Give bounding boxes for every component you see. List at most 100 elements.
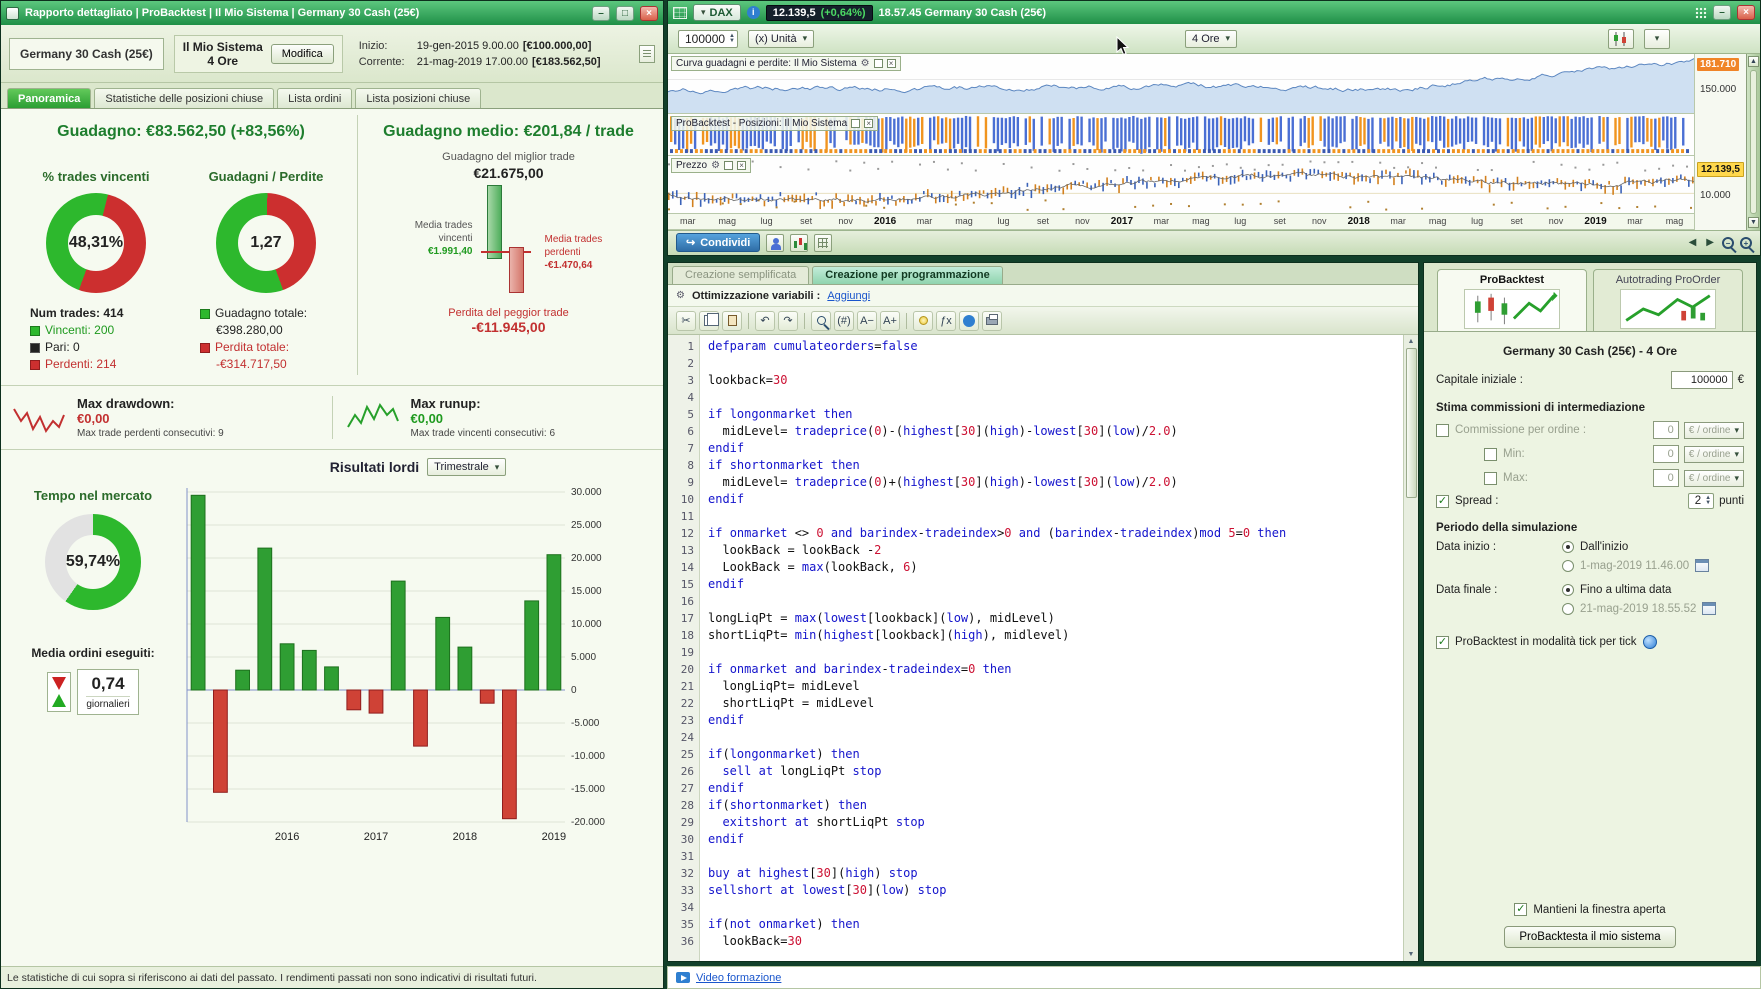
rail-scrollbar[interactable] bbox=[1750, 69, 1757, 214]
keep-open-checkbox[interactable]: ✓ bbox=[1514, 903, 1528, 916]
code-text[interactable]: defparam cumulateorders=false lookback=3… bbox=[700, 335, 1403, 961]
price-scale[interactable]: 181.710 150.000 12.139,5 10.000 bbox=[1694, 53, 1746, 230]
font-larger-icon[interactable]: A+ bbox=[880, 310, 900, 331]
maximize-button[interactable]: □ bbox=[616, 5, 634, 21]
end-last-data-radio[interactable] bbox=[1562, 584, 1574, 596]
functions-icon[interactable]: ƒx bbox=[936, 310, 956, 331]
commission-input[interactable]: 0 bbox=[1652, 421, 1679, 439]
equity-pane[interactable]: Curva guadagni e perdite: Il Mio Sistema… bbox=[668, 53, 1694, 114]
code-line[interactable]: buy at highest[30](high) stop bbox=[708, 865, 1403, 882]
code-line[interactable]: sellshort at lowest[30](low) stop bbox=[708, 882, 1403, 899]
commission-unit-select[interactable]: € / ordine ▾ bbox=[1683, 421, 1744, 439]
positions-pane[interactable]: ProBacktest - Posizioni: Il Mio Sistema × bbox=[668, 113, 1694, 156]
share-button[interactable]: ↪ Condividi bbox=[676, 233, 761, 253]
code-line[interactable]: lookBack=30 bbox=[708, 933, 1403, 950]
undo-icon[interactable]: ↶ bbox=[755, 310, 775, 331]
calendar-icon[interactable] bbox=[1695, 559, 1710, 572]
add-variable-link[interactable]: Aggiungi bbox=[827, 290, 870, 302]
pane-detach-icon[interactable] bbox=[851, 118, 861, 128]
scroll-down-icon[interactable]: ▼ bbox=[1408, 948, 1415, 961]
capital-input[interactable]: 100000 bbox=[1670, 371, 1733, 389]
report-titlebar[interactable]: Rapporto dettagliato | ProBacktest | Il … bbox=[1, 1, 663, 25]
commission-min-unit-select[interactable]: € / ordine ▾ bbox=[1683, 445, 1744, 463]
search-icon[interactable] bbox=[811, 310, 831, 331]
cut-icon[interactable]: ✂ bbox=[676, 310, 696, 331]
report-tab-3[interactable]: Lista ordini bbox=[277, 88, 353, 108]
code-line[interactable] bbox=[708, 593, 1403, 610]
rail-up-icon[interactable]: ▲ bbox=[1748, 55, 1759, 67]
tab-probacktest[interactable]: ProBacktest bbox=[1437, 269, 1587, 331]
code-area[interactable]: 1 2 3 4 5 6 7 8 9 10 11 12 13 14 15 16 17 18 19 20 21 22 23 24 2… bbox=[668, 335, 1418, 961]
chart-style-dropdown[interactable]: ▾ bbox=[1644, 28, 1671, 49]
code-line[interactable]: midLevel= tradeprice(0)-(highest[30](hig… bbox=[708, 423, 1403, 440]
editor-scrollbar[interactable]: ▲ ▼ bbox=[1403, 335, 1418, 961]
pane-detach-icon[interactable] bbox=[724, 160, 734, 170]
code-line[interactable]: shortLiqPt = midLevel bbox=[708, 695, 1403, 712]
code-line[interactable]: if onmarket and barindex-tradeindex=0 th… bbox=[708, 661, 1403, 678]
timeframe-select[interactable]: 4 Ore ▾ bbox=[1185, 29, 1238, 48]
calendar-icon[interactable] bbox=[1702, 602, 1717, 615]
code-line[interactable]: if onmarket <> 0 and barindex-tradeindex… bbox=[708, 525, 1403, 542]
spread-stepper[interactable]: 2 ▲ ▼ bbox=[1687, 493, 1715, 509]
print-icon[interactable] bbox=[982, 310, 1002, 331]
commission-min-checkbox[interactable] bbox=[1484, 447, 1497, 461]
end-custom-date-radio[interactable] bbox=[1562, 602, 1574, 615]
code-line[interactable]: endif bbox=[708, 491, 1403, 508]
code-line[interactable]: lookback=30 bbox=[708, 372, 1403, 389]
code-line[interactable]: if(shortonmarket) then bbox=[708, 797, 1403, 814]
unit-select[interactable]: (x) Unità ▾ bbox=[748, 29, 815, 48]
commission-min-input[interactable]: 0 bbox=[1652, 445, 1679, 463]
code-line[interactable]: if shortonmarket then bbox=[708, 457, 1403, 474]
pane-close-icon[interactable]: × bbox=[864, 118, 874, 128]
code-line[interactable]: if(longonmarket) then bbox=[708, 746, 1403, 763]
redo-icon[interactable]: ↷ bbox=[778, 310, 798, 331]
hint-icon[interactable] bbox=[913, 310, 933, 331]
code-line[interactable]: endif bbox=[708, 440, 1403, 457]
chart-titlebar[interactable]: ▾ DAX i 12.139,5 (+0,64%) 18.57.45 Germany… bbox=[668, 1, 1760, 25]
report-tab-2[interactable]: Statistiche delle posizioni chiuse bbox=[94, 88, 275, 108]
stepper-down-icon[interactable]: ▼ bbox=[729, 38, 735, 44]
price-pane[interactable]: Prezzo ⚙ × bbox=[668, 155, 1694, 214]
code-line[interactable]: shortLiqPt= min(highest[lookback](high),… bbox=[708, 627, 1403, 644]
start-custom-date-radio[interactable] bbox=[1562, 559, 1574, 572]
workspace-grid-icon[interactable] bbox=[814, 233, 833, 252]
code-line[interactable] bbox=[708, 389, 1403, 406]
scroll-up-icon[interactable]: ▲ bbox=[1408, 335, 1415, 348]
rail-down-icon[interactable]: ▼ bbox=[1748, 216, 1759, 228]
code-line[interactable]: endif bbox=[708, 831, 1403, 848]
commission-max-unit-select[interactable]: € / ordine ▾ bbox=[1683, 469, 1744, 487]
chart-minimize-button[interactable]: – bbox=[1713, 5, 1731, 21]
paste-icon[interactable] bbox=[722, 310, 742, 331]
chart-close-button[interactable]: × bbox=[1737, 5, 1755, 21]
code-line[interactable] bbox=[708, 848, 1403, 865]
report-options-icon[interactable] bbox=[639, 44, 655, 63]
pane-close-icon[interactable]: × bbox=[886, 58, 896, 68]
quantity-stepper[interactable]: 100000 ▲ ▼ bbox=[678, 29, 738, 48]
tab-autotrading-proorder[interactable]: Autotrading ProOrder bbox=[1593, 269, 1743, 331]
tick-mode-checkbox[interactable]: ✓ bbox=[1436, 635, 1449, 649]
run-backtest-button[interactable]: ProBacktesta il mio sistema bbox=[1504, 926, 1676, 948]
layout-grid-icon[interactable] bbox=[673, 6, 687, 19]
close-button[interactable]: × bbox=[640, 5, 658, 21]
video-training-link[interactable]: Video formazione bbox=[696, 972, 781, 984]
code-line[interactable]: endif bbox=[708, 576, 1403, 593]
report-tab-1[interactable]: Panoramica bbox=[7, 88, 92, 108]
wrench-icon[interactable]: ⚙ bbox=[861, 58, 870, 69]
period-select[interactable]: Trimestrale ▾ bbox=[427, 458, 507, 476]
commission-max-checkbox[interactable] bbox=[1484, 471, 1497, 485]
copy-icon[interactable] bbox=[699, 310, 719, 331]
report-tab-4[interactable]: Lista posizioni chiuse bbox=[355, 88, 482, 108]
code-line[interactable] bbox=[708, 644, 1403, 661]
commission-checkbox[interactable] bbox=[1436, 423, 1449, 437]
code-line[interactable]: if(not onmarket) then bbox=[708, 916, 1403, 933]
zoom-in-icon[interactable]: + bbox=[1740, 236, 1752, 249]
pane-close-icon[interactable]: × bbox=[737, 160, 747, 170]
wrench-icon[interactable]: ⚙ bbox=[711, 160, 720, 171]
code-line[interactable]: endif bbox=[708, 712, 1403, 729]
code-line[interactable]: LookBack = max(lookBack, 6) bbox=[708, 559, 1403, 576]
tab-simplified-creation[interactable]: Creazione semplificata bbox=[672, 266, 810, 284]
font-smaller-icon[interactable]: A− bbox=[857, 310, 877, 331]
code-line[interactable]: midLevel= tradeprice(0)+(highest[30](hig… bbox=[708, 474, 1403, 491]
contacts-icon[interactable] bbox=[766, 233, 785, 252]
scroll-left-icon[interactable]: ◀ bbox=[1687, 237, 1699, 248]
